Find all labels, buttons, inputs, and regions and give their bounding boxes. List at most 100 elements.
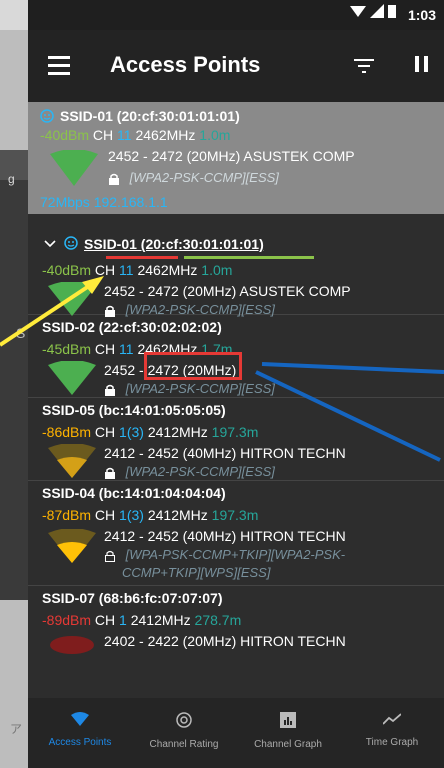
ap-security: [WPA2-PSK-CCMP][ESS] xyxy=(129,170,279,185)
ap-name: SSID-02 (22:cf:30:02:02:02) xyxy=(42,319,222,335)
ap-name: SSID-05 (bc:14:01:05:05:05) xyxy=(42,402,226,418)
wifi-icon xyxy=(71,712,89,726)
ap-distance: 197.3m xyxy=(211,424,259,440)
bg-dark-panel xyxy=(0,180,28,600)
ap-ch-label: CH xyxy=(94,612,116,628)
nav-channel-rating[interactable]: Channel Rating xyxy=(132,698,236,768)
ap-ch-label: CH xyxy=(94,424,116,440)
ap-frequency: 2412MHz xyxy=(147,424,208,440)
wifi-status-icon xyxy=(350,6,366,17)
ap-range: 2412 - 2452 (40MHz) HITRON TECHN xyxy=(104,528,346,544)
lock-open-icon xyxy=(105,550,115,562)
wifi-strong-icon xyxy=(50,150,98,186)
ap-security-row: [WPA-PSK-CCMP+TKIP][WPA2-PSK- xyxy=(104,547,345,563)
bottom-navigation: Access Points Channel Rating Channel Gra… xyxy=(28,698,444,768)
nav-time-graph[interactable]: Time Graph xyxy=(340,698,444,768)
ap-security-continued: CCMP+TKIP][WPS][ESS] xyxy=(122,565,271,580)
chevron-down-icon[interactable] xyxy=(44,240,56,248)
nav-label: Channel Rating xyxy=(149,739,219,750)
bg-fragment-text: S xyxy=(16,325,26,341)
ap-distance: 197.3m xyxy=(211,507,259,523)
lock-icon xyxy=(109,173,119,185)
page-title: Access Points xyxy=(110,52,261,77)
ap-channel: 11 xyxy=(119,341,134,357)
ap-security: [WPA2-PSK-CCMP][ESS] xyxy=(125,464,275,479)
nav-label: Time Graph xyxy=(365,737,419,748)
list-item[interactable]: SSID-04 (bc:14:01:04:04:04) -87dBm CH 1(… xyxy=(28,481,444,586)
wifi-weak-icon xyxy=(48,444,96,478)
ap-security: [WPA-PSK-CCMP+TKIP][WPA2-PSK- xyxy=(125,547,346,562)
wifi-very-weak-icon xyxy=(50,636,94,654)
ap-channel: 1 xyxy=(119,612,127,628)
wifi-strong-icon xyxy=(48,282,96,316)
ap-security: [WPA2-PSK-CCMP][ESS] xyxy=(125,381,275,396)
lock-icon xyxy=(105,384,115,396)
ap-channel: 1(3) xyxy=(119,424,144,440)
bg-fragment-text: g xyxy=(8,172,15,186)
green-underline-annotation xyxy=(184,256,314,259)
highlighted-access-point[interactable]: SSID-01 (20:cf:30:01:01:01) -40dBm CH 11… xyxy=(28,102,444,214)
status-bar: 1:03 xyxy=(28,0,444,30)
menu-icon[interactable] xyxy=(48,56,70,80)
background-app: g S ア xyxy=(0,30,28,768)
ap-ch-label: CH xyxy=(94,507,116,523)
lock-icon xyxy=(105,467,115,479)
ap-signal-row: -40dBm CH 11 2462MHz 1.0m xyxy=(42,262,232,278)
ap-security-row: [WPA2-PSK-CCMP][ESS] xyxy=(108,170,279,185)
ap-ch-label: CH xyxy=(94,341,116,357)
ap-ch-label: CH xyxy=(92,127,114,143)
bg-fragment-text: ア xyxy=(10,722,23,736)
line-graph-icon xyxy=(382,713,402,725)
ap-name-row: SSID-01 (20:cf:30:01:01:01) xyxy=(40,108,240,124)
ap-range: 2452 - 2472 (20MHz) ASUSTEK COMP xyxy=(104,283,351,299)
ap-ip-row: 72Mbps 192.168.1.1 xyxy=(40,194,168,210)
ap-name: SSID-07 (68:b6:fc:07:07:07) xyxy=(42,590,223,606)
red-box-annotation xyxy=(144,352,242,380)
ap-frequency: 2462MHz xyxy=(135,127,196,143)
filter-icon[interactable] xyxy=(354,58,374,74)
rating-icon xyxy=(176,712,192,728)
ap-channel: 11 xyxy=(119,262,134,278)
ap-signal-row: -86dBm CH 1(3) 2412MHz 197.3m xyxy=(42,424,258,440)
app-bar: Access Points xyxy=(28,30,444,102)
ap-signal-row: -89dBm CH 1 2412MHz 278.7m xyxy=(42,612,241,628)
cell-signal-icon xyxy=(370,4,384,18)
red-underline-annotation xyxy=(106,256,178,259)
battery-icon xyxy=(388,5,396,18)
ap-distance: 1.0m xyxy=(201,262,233,278)
phone-screen: 1:03 Access Points SSID-01 (20:cf:30:01:… xyxy=(28,0,444,768)
ap-name: SSID-01 (20:cf:30:01:01:01) xyxy=(84,236,264,252)
ap-dbm: -40dBm xyxy=(42,262,92,278)
ap-rate: 72Mbps xyxy=(40,194,90,210)
list-item[interactable]: SSID-05 (bc:14:01:05:05:05) -86dBm CH 1(… xyxy=(28,398,444,481)
ap-distance: 1.0m xyxy=(199,127,231,143)
ap-name: SSID-04 (bc:14:01:04:04:04) xyxy=(42,485,226,501)
ap-dbm: -86dBm xyxy=(42,424,92,440)
nav-access-points[interactable]: Access Points xyxy=(28,698,132,768)
ap-signal-row: -87dBm CH 1(3) 2412MHz 197.3m xyxy=(42,507,258,523)
ap-ip: 192.168.1.1 xyxy=(93,194,168,210)
pause-icon[interactable] xyxy=(415,56,428,72)
connected-icon xyxy=(64,236,78,250)
list-item[interactable]: SSID-07 (68:b6:fc:07:07:07) -89dBm CH 1 … xyxy=(28,586,444,666)
ap-ch-label: CH xyxy=(94,262,116,278)
ap-signal-row: -40dBm CH 11 2462MHz 1.0m xyxy=(40,127,230,143)
list-item[interactable]: SSID-01 (20:cf:30:01:01:01) -40dBm CH 11… xyxy=(28,214,444,317)
wifi-strong-icon xyxy=(48,361,96,395)
ap-security-row: [WPA2-PSK-CCMP][ESS] xyxy=(104,464,275,480)
ap-name: SSID-01 (20:cf:30:01:01:01) xyxy=(60,108,240,124)
ap-range: 2402 - 2422 (20MHz) HITRON TECHN xyxy=(104,633,346,649)
ap-dbm: -40dBm xyxy=(40,127,90,143)
ap-security-row: [WPA2-PSK-CCMP][ESS] xyxy=(104,381,275,397)
nav-channel-graph[interactable]: Channel Graph xyxy=(236,698,340,768)
ap-frequency: 2412MHz xyxy=(130,612,191,628)
ap-dbm: -89dBm xyxy=(42,612,92,628)
ap-channel: 11 xyxy=(117,127,132,143)
ap-frequency: 2462MHz xyxy=(137,262,198,278)
wifi-weak-icon xyxy=(48,529,96,563)
bar-graph-icon xyxy=(280,712,296,728)
ap-frequency: 2412MHz xyxy=(147,507,208,523)
ap-dbm: -87dBm xyxy=(42,507,92,523)
ap-range: 2452 - 2472 (20MHz) ASUSTEK COMP xyxy=(108,148,355,164)
ap-channel: 1(3) xyxy=(119,507,144,523)
